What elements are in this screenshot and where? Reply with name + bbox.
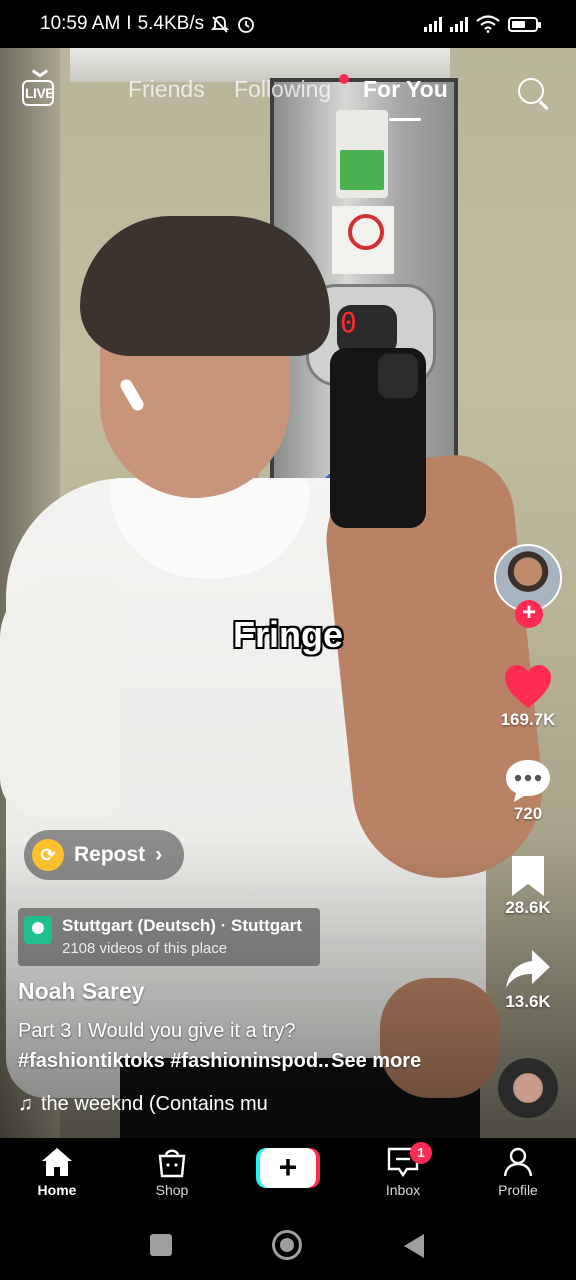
save-button[interactable]: 28.6K [490,854,566,918]
like-button[interactable]: 169.7K [490,664,566,730]
tab-profile-label: Profile [498,1182,538,1198]
status-separator: I [126,13,132,34]
signal-icon [450,16,468,32]
tab-shop-label: Shop [155,1182,189,1198]
tab-profile[interactable]: Profile [473,1146,563,1198]
home-icon [42,1148,72,1176]
live-icon[interactable]: LIVE [22,74,60,110]
chevron-right-icon: › [155,843,163,866]
location-chip[interactable]: Stuttgart (Deutsch) · Stuttgart 2108 vid… [18,908,320,966]
system-home-button[interactable] [272,1230,302,1260]
following-new-dot [339,74,349,84]
person-hair [80,216,330,356]
location-name: Stuttgart (Deutsch) · Stuttgart [62,916,302,935]
phone-camera [378,354,418,398]
system-nav-bar [0,1212,576,1280]
battery-icon [508,16,541,32]
elevator-floor-digit: 0 [340,306,357,339]
muted-bell-icon [210,16,230,33]
share-count: 13.6K [505,992,551,1011]
music-disc[interactable] [498,1058,558,1118]
tab-friends[interactable]: Friends [128,76,205,103]
music-note-icon: ♫ [18,1093,33,1115]
top-nav: LIVE Friends Following For You [0,74,576,126]
status-time: 10:59 AM [40,13,121,34]
location-pin-icon [24,916,52,944]
heart-icon [505,665,551,708]
like-count: 169.7K [500,710,556,729]
tab-following[interactable]: Following [234,76,331,103]
author-name[interactable]: Noah Sarey [18,978,145,1005]
repost-button[interactable]: ⟳ Repost › [24,830,185,880]
create-button[interactable]: + [256,1148,320,1188]
status-net-speed: 5.4KB/s [137,13,205,34]
music-ticker[interactable]: ♫ the weeknd (Contains mu [18,1093,288,1116]
active-tab-indicator [389,118,421,121]
profile-icon [503,1147,533,1177]
save-count: 28.6K [505,898,551,917]
status-left: 10:59 AM I 5.4KB/s [40,13,256,35]
tab-for-you[interactable]: For You [363,76,448,103]
caption-hashtags[interactable]: #fashiontiktoks #fashioninspod.. [18,1050,329,1072]
alarm-icon [238,17,255,33]
signal-icon [424,16,442,32]
bottom-tab-bar: Home Shop + 1 Inbox Profile [0,1138,576,1212]
caption-text: Part 3 I Would you give it a try? [18,1020,296,1042]
comment-icon [506,760,550,802]
status-right [424,15,541,33]
live-label: LIVE [25,85,55,101]
bookmark-icon [512,856,544,896]
tab-inbox-label: Inbox [385,1182,421,1198]
system-back-button[interactable] [404,1234,424,1258]
no-smoking-sign [332,206,394,274]
plus-icon: + [260,1148,316,1188]
tab-home-label: Home [37,1182,77,1198]
inbox-badge: 1 [410,1142,432,1164]
tab-shop[interactable]: Shop [127,1146,217,1198]
tab-home[interactable]: Home [12,1146,102,1198]
video-text-overlay: Fringe [232,614,343,655]
follow-button[interactable]: + [515,600,543,628]
repost-icon: ⟳ [32,839,64,871]
tab-inbox[interactable]: 1 Inbox [358,1142,448,1198]
see-more-link[interactable]: See more [331,1050,421,1072]
location-video-count: 2108 videos of this place [62,940,228,957]
wifi-icon [476,15,500,33]
shop-bag-icon [158,1149,186,1178]
share-icon [506,950,550,988]
search-icon[interactable] [518,78,550,110]
music-title: the weeknd (Contains mu [41,1093,268,1115]
caption-hashtags-row: #fashiontiktoks #fashioninspod.. See more [18,1050,421,1073]
share-button[interactable]: 13.6K [490,948,566,1012]
repost-label: Repost [74,843,146,866]
comment-count: 720 [513,804,543,823]
recent-apps-button[interactable] [150,1234,172,1256]
comment-button[interactable]: 720 [490,758,566,824]
status-bar: 10:59 AM I 5.4KB/s [0,0,576,48]
